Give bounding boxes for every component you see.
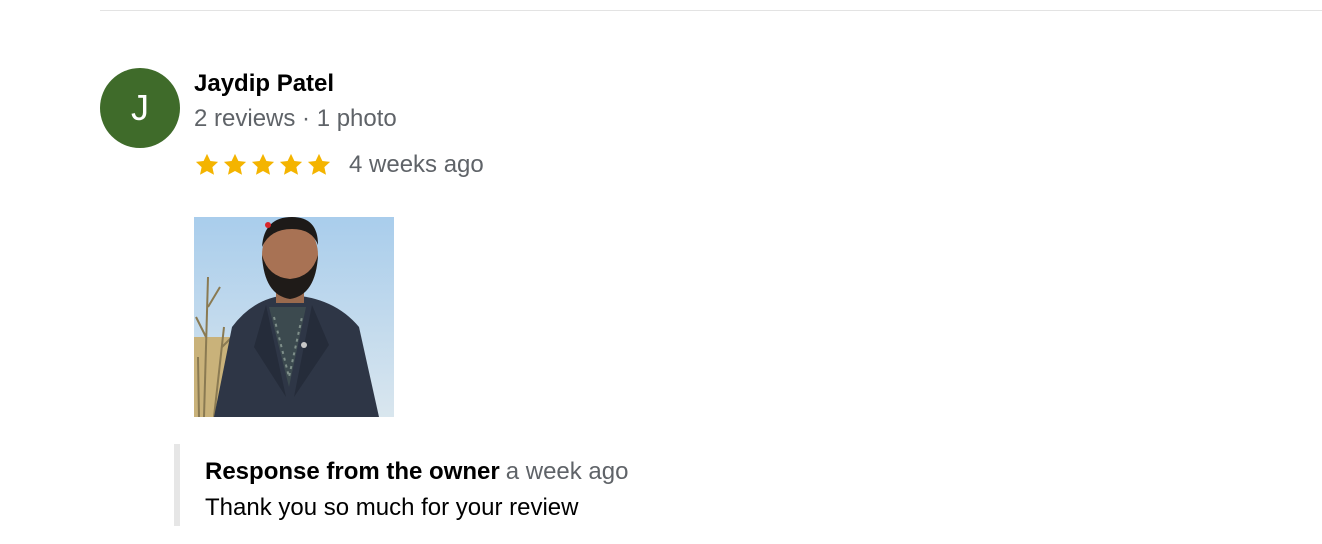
divider (100, 10, 1322, 11)
star-icon (305, 151, 333, 179)
star-icon (249, 151, 277, 179)
reviewer-name[interactable]: Jaydip Patel (194, 68, 334, 100)
owner-response-text: Thank you so much for your review (205, 494, 579, 521)
avatar[interactable]: J (100, 68, 180, 148)
review-time: 4 weeks ago (349, 151, 484, 178)
star-icon (193, 151, 221, 179)
rating-row: 4 weeks ago (193, 148, 484, 182)
star-icon (221, 151, 249, 179)
review-card: J Jaydip Patel 2 reviews · 1 photo 4 wee… (0, 0, 1322, 544)
avatar-letter: J (131, 87, 149, 128)
reviewer-meta: 2 reviews · 1 photo (194, 105, 397, 132)
review-photo-image (194, 217, 394, 417)
review-photo[interactable] (194, 217, 394, 417)
star-rating (193, 151, 333, 179)
star-icon (277, 151, 305, 179)
owner-response-title: Response from the owner (205, 458, 500, 485)
owner-response-header: Response from the owner a week ago (205, 456, 628, 491)
owner-response-time: a week ago (505, 458, 629, 485)
owner-response: Response from the owner a week ago Thank … (174, 444, 880, 526)
